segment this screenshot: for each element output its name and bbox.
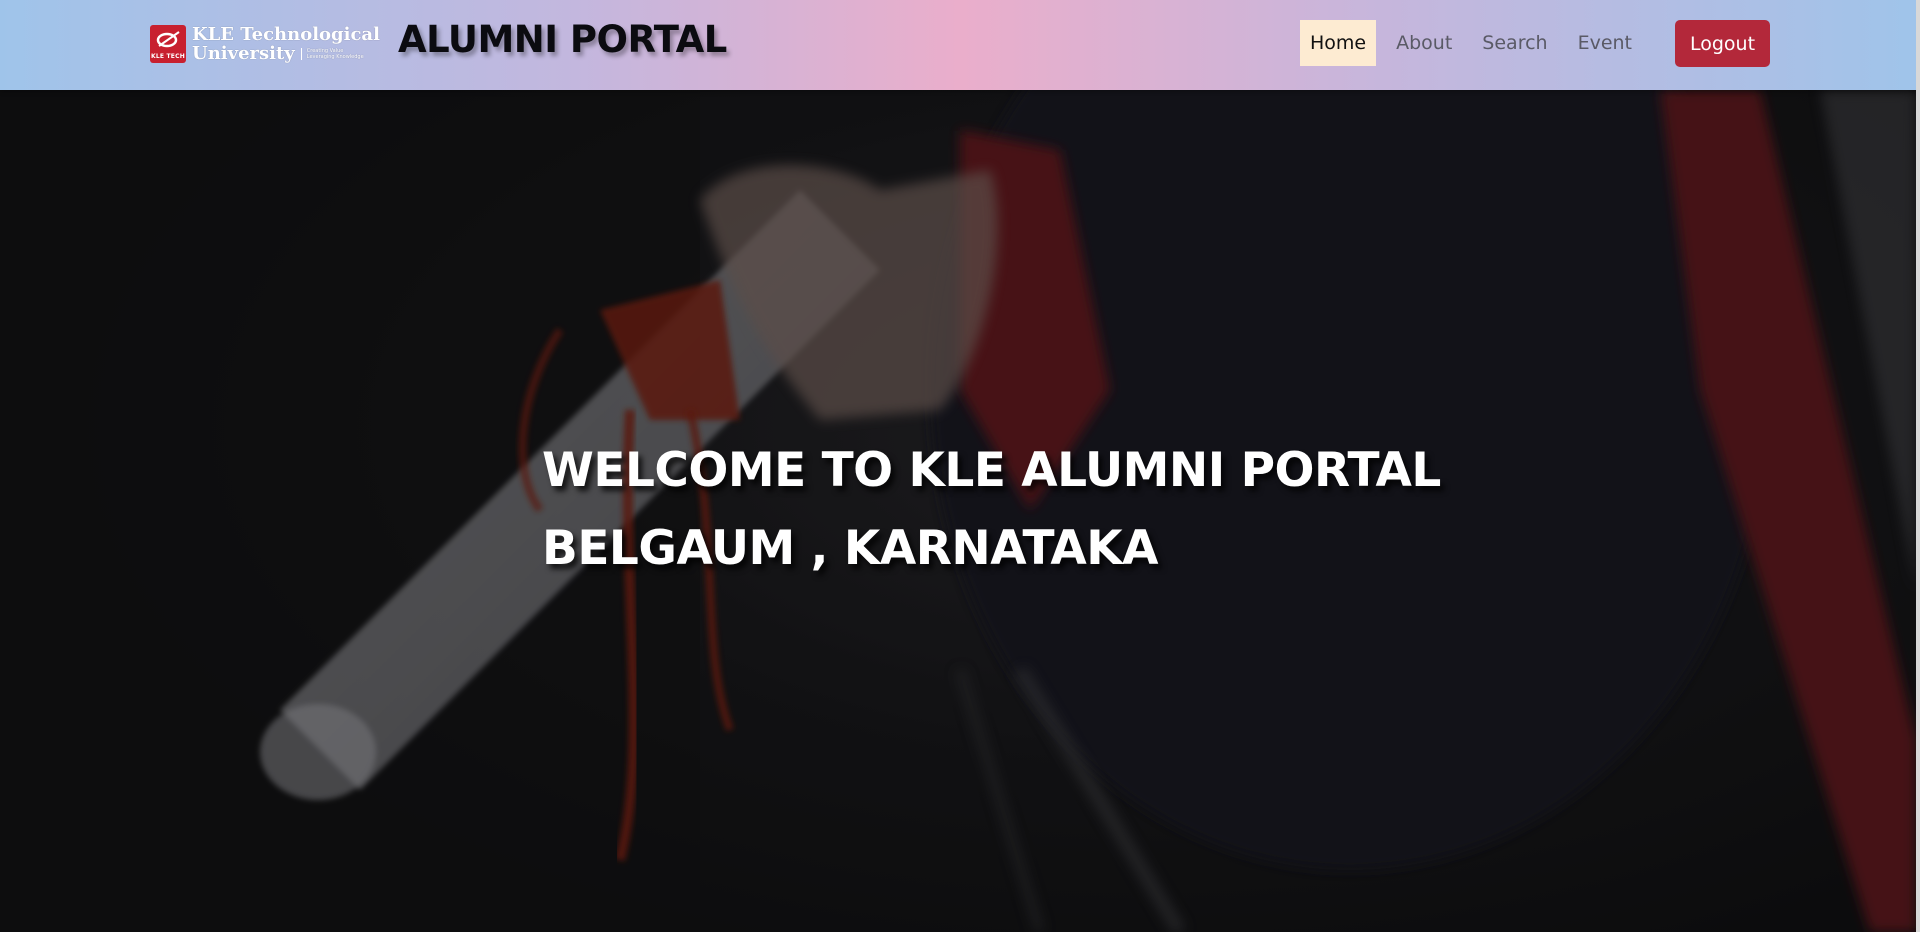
- hero-heading-line1: WELCOME TO KLE ALUMNI PORTAL: [542, 443, 1441, 498]
- university-logo[interactable]: KLE TECH KLE Technological University Cr…: [150, 22, 380, 66]
- logo-line1: KLE Technological: [192, 24, 380, 45]
- nav-event-link[interactable]: Event: [1568, 20, 1642, 66]
- hero-banner: WELCOME TO KLE ALUMNI PORTAL BELGAUM , K…: [0, 90, 1916, 932]
- logo-small-text: KLE TECH: [151, 53, 185, 60]
- logo-tagline: Creating Value Leveraging Knowledge: [300, 47, 364, 60]
- logo-line2-container: University Creating Value Leveraging Kno…: [192, 44, 380, 63]
- page-scrollbar[interactable]: [1916, 0, 1920, 932]
- hero-heading-line2: BELGAUM , KARNATAKA: [542, 521, 1159, 576]
- kle-logo-icon: KLE TECH: [150, 25, 186, 63]
- nav-home-link[interactable]: Home: [1300, 20, 1377, 66]
- logout-button[interactable]: Logout: [1675, 20, 1770, 67]
- tagline-line2: Leveraging Knowledge: [306, 53, 364, 60]
- logo-line2: University: [192, 43, 295, 64]
- top-navbar: KLE TECH KLE Technological University Cr…: [0, 0, 1920, 90]
- logo-wordmark: KLE Technological University Creating Va…: [192, 25, 380, 63]
- portal-title: ALUMNI PORTAL: [398, 18, 727, 61]
- nav-about-link[interactable]: About: [1386, 20, 1462, 66]
- nav-search-link[interactable]: Search: [1472, 20, 1557, 66]
- nav-links: Home About Search Event: [1300, 20, 1652, 66]
- hero-heading: WELCOME TO KLE ALUMNI PORTAL BELGAUM , K…: [542, 432, 1441, 588]
